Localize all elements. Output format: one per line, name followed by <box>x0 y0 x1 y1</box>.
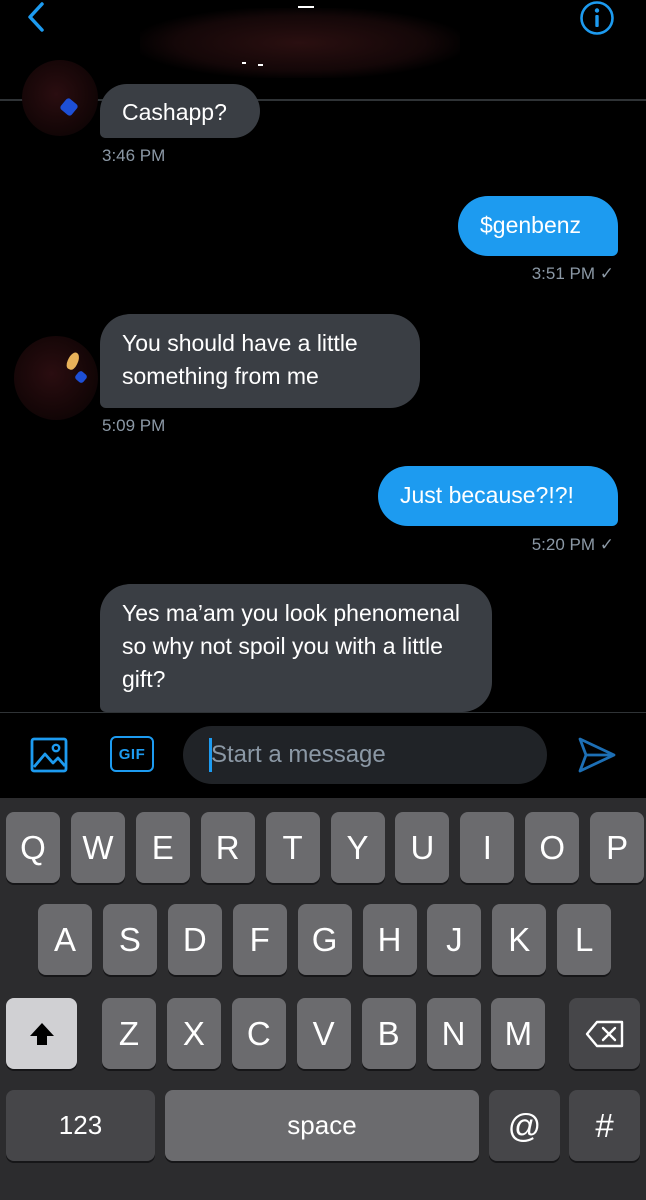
key-s[interactable]: S <box>102 904 157 975</box>
redaction-mark <box>298 6 314 8</box>
incoming-message[interactable]: Yes ma’am you look phenomenal so why not… <box>100 584 492 712</box>
key-b[interactable]: B <box>361 998 416 1069</box>
contact-avatar[interactable] <box>14 336 98 420</box>
key-n[interactable]: N <box>426 998 481 1069</box>
key-e[interactable]: E <box>135 812 190 883</box>
incoming-message[interactable]: You should have a little something from … <box>100 314 420 408</box>
send-button[interactable] <box>576 735 618 775</box>
chevron-left-icon <box>28 2 44 32</box>
redacted-contact-name <box>140 8 460 78</box>
key-h[interactable]: H <box>362 904 417 975</box>
key-z[interactable]: Z <box>102 998 156 1069</box>
message-text: Just because?!?! <box>400 482 574 508</box>
redaction-mark <box>242 62 246 64</box>
image-icon <box>30 737 68 773</box>
key-q[interactable]: Q <box>6 812 60 883</box>
outgoing-message[interactable]: Just because?!?! <box>378 466 618 526</box>
key-k[interactable]: K <box>492 904 547 975</box>
message-text: $genbenz <box>480 212 582 238</box>
send-icon <box>578 737 616 773</box>
numbers-key[interactable]: 123 <box>6 1090 155 1161</box>
key-y[interactable]: Y <box>330 812 385 883</box>
avatar-detail <box>73 369 89 385</box>
text-caret <box>209 738 212 772</box>
outgoing-message[interactable]: $genbenz <box>458 196 618 256</box>
message-text: Yes ma’am you look phenomenal so why not… <box>122 600 460 692</box>
key-o[interactable]: O <box>525 812 580 883</box>
shift-icon <box>29 1022 54 1045</box>
info-button[interactable] <box>578 0 616 36</box>
on-screen-keyboard: QWERTYUIOP ASDFGHJKL ZXCVBNM 123 space @… <box>0 798 646 1200</box>
message-timestamp: 3:51 PM ✓ <box>531 264 614 283</box>
conversation-header <box>0 0 646 101</box>
key-d[interactable]: D <box>167 904 222 975</box>
avatar-detail <box>64 350 82 372</box>
key-t[interactable]: T <box>265 812 320 883</box>
message-timestamp: 5:20 PM ✓ <box>531 535 614 554</box>
message-input[interactable] <box>183 726 547 784</box>
key-f[interactable]: F <box>232 904 287 975</box>
redaction-mark <box>258 64 263 66</box>
space-key[interactable]: space <box>165 1090 479 1161</box>
contact-avatar[interactable] <box>22 60 98 136</box>
key-g[interactable]: G <box>297 904 352 975</box>
key-r[interactable]: R <box>200 812 255 883</box>
key-v[interactable]: V <box>296 998 351 1069</box>
key-w[interactable]: W <box>70 812 125 883</box>
key-m[interactable]: M <box>491 998 546 1069</box>
key-p[interactable]: P <box>590 812 645 883</box>
message-timestamp: 5:09 PM <box>102 416 166 435</box>
add-image-button[interactable] <box>30 737 68 773</box>
key-l[interactable]: L <box>557 904 612 975</box>
message-timestamp: 3:46 PM <box>102 146 166 165</box>
at-key[interactable]: @ <box>489 1090 560 1161</box>
shift-key[interactable] <box>6 998 77 1069</box>
message-text: You should have a little something from … <box>122 330 358 389</box>
message-text: Cashapp? <box>122 99 227 125</box>
key-a[interactable]: A <box>38 904 92 975</box>
delete-icon <box>585 1020 623 1047</box>
hash-key[interactable]: # <box>569 1090 640 1161</box>
delete-key[interactable] <box>569 998 640 1069</box>
incoming-message[interactable]: Cashapp? <box>100 84 260 138</box>
gif-button[interactable]: GIF <box>110 736 154 772</box>
key-j[interactable]: J <box>427 904 482 975</box>
info-circle-icon <box>580 1 614 35</box>
key-u[interactable]: U <box>395 812 450 883</box>
key-i[interactable]: I <box>460 812 515 883</box>
key-x[interactable]: X <box>166 998 221 1069</box>
back-button[interactable] <box>18 0 54 34</box>
avatar-detail <box>59 97 79 117</box>
key-c[interactable]: C <box>231 998 286 1069</box>
